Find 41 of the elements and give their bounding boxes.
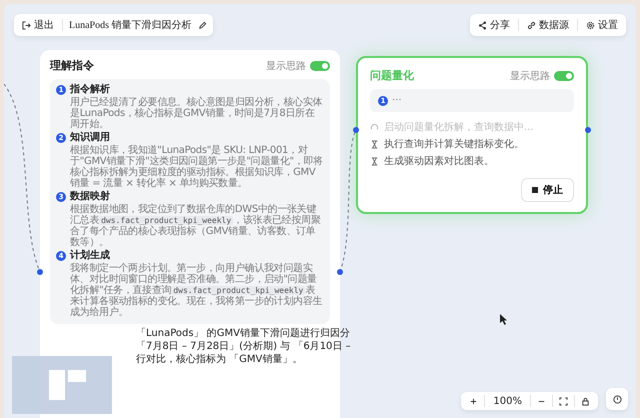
connection-handle[interactable] (353, 127, 359, 133)
help-button[interactable] (606, 388, 628, 410)
card-title: 问题量化 (370, 68, 414, 83)
cursor-icon (500, 314, 508, 325)
step-text: 执行查询并计算关键指标变化。 (384, 138, 524, 151)
stop-button[interactable]: 停止 (521, 178, 574, 202)
section-text: 用户已经提清了必要信息。核心意图是归因分析，核心实体是LunaPods，核心指标是GMV销量，时间是7月8日所在周开始。 (70, 97, 324, 130)
toolbar-button[interactable]: 数据源 (525, 18, 571, 32)
toolbar-button[interactable]: 设置 (584, 18, 620, 32)
edit-icon[interactable] (198, 20, 206, 30)
toggle-label: 显示思路 (510, 70, 550, 82)
section-text: 根据知识库，我知道"LunaPods"是 SKU: LNP-001，对于"GMV销量下滑"这类归因问题第一步是"问题量化"，即将核心指标拆解为更细粒度的驱动指标。根据知识库，GMV销量 = 流量 × 转化率 × 单均购买数量。 (70, 145, 324, 189)
thinking-text: ··· (392, 95, 402, 106)
step-text: 启动问题量化拆解，查询数据中... (384, 120, 534, 134)
section-text: 我将制定一个两步计划。第一步，向用户确认我对问题实体、对比时间窗口的理解是否准确。第二步，启动"问题量化拆解"任务，直接查询 dws.fact_product_kpi_weekly 表来计算各驱动指标的变化。现在，我将第一步的计划内容生成为给用户。 (70, 263, 324, 318)
connection-handle[interactable] (37, 269, 43, 275)
step-text: 生成驱动因素对比图表。 (384, 154, 494, 168)
help-icon (612, 394, 622, 404)
project-title: LunaPods 销量下滑归因分析 (69, 18, 192, 32)
toolbar-button[interactable]: 分享 (476, 18, 512, 32)
toggle-switch[interactable] (554, 70, 574, 80)
message-text: 「LunaPods」 的GMV销量下滑问题进行归因分 (136, 328, 350, 340)
settings-icon (586, 20, 595, 30)
card-title: 理解指令 (50, 58, 94, 73)
section-heading: 计划生成 (70, 250, 110, 262)
exit-icon (22, 20, 31, 30)
link-icon (527, 20, 536, 30)
toggle-label: 显示思路 (266, 60, 306, 72)
section-heading: 指令解析 (70, 84, 110, 96)
message-text: 行对比，核心指标为 「GMV销量」。 (136, 354, 302, 366)
zoom-level[interactable]: 100% (491, 396, 524, 406)
fit-view-icon[interactable] (559, 396, 568, 406)
lock-icon[interactable] (581, 396, 590, 406)
zoom-in-icon[interactable] (469, 396, 478, 406)
section-text: 根据数据地图，我定位到了数据仓库的DWS中的一张关键汇总表 dws.fact_product_kpi_weekly ，该张表已经按周聚合了每个产品的核心表现指标（GMV销量、访客数、订单数等）。 (70, 204, 322, 248)
section-heading: 数据映射 (70, 191, 110, 203)
toggle-switch[interactable] (310, 60, 330, 70)
message-text: 「7月8日 – 7月28日」(分析期) 与 「6月10日 – (136, 341, 351, 353)
exit-button[interactable]: 退出 (20, 18, 56, 32)
share-icon (478, 20, 487, 30)
section-heading: 知识调用 (70, 132, 110, 144)
